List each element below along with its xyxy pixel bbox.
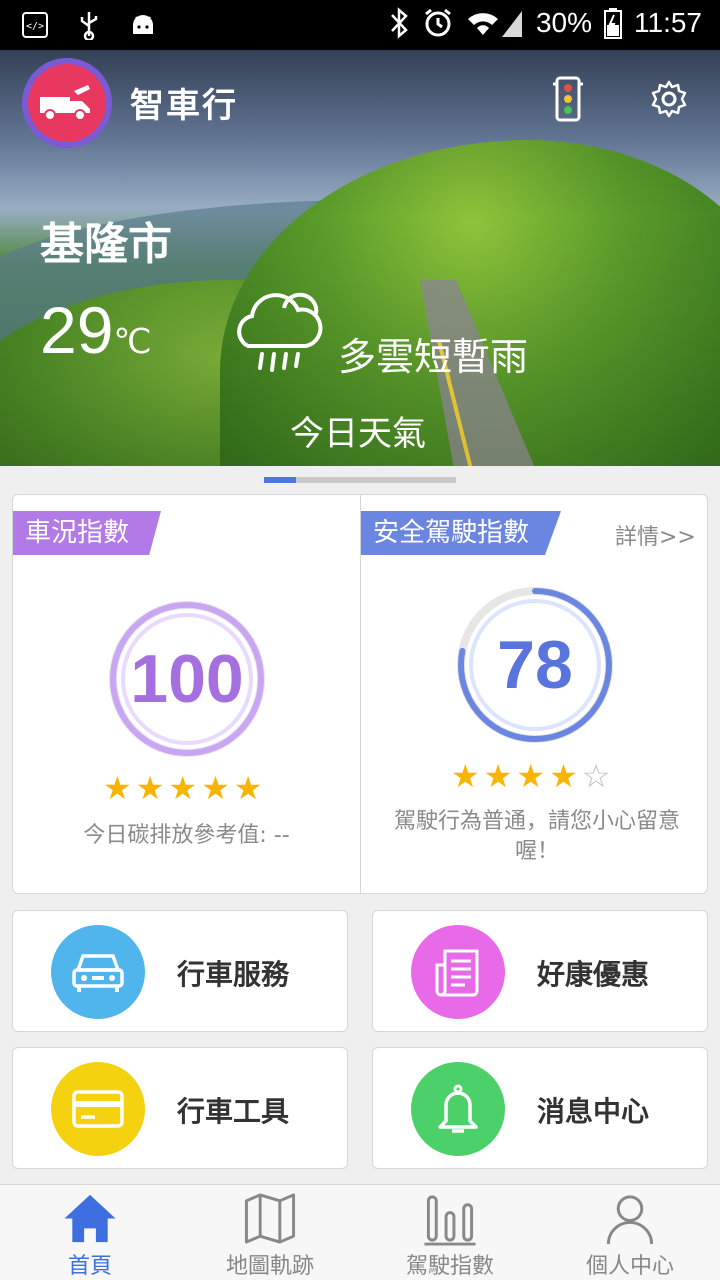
clock: 11:57 (634, 7, 702, 38)
city-name: 基隆市 (40, 219, 172, 270)
app-logo (22, 58, 112, 148)
nav-label: 首頁 (67, 1254, 112, 1279)
nav-home[interactable]: 首頁 (0, 1185, 180, 1280)
card-icon (51, 1062, 145, 1156)
star-filled-icon: ★ (516, 757, 546, 795)
weather-banner[interactable]: 智車行 基隆市 29℃ 多雲短暫雨 今日天氣 (0, 50, 720, 466)
home-icon (64, 1194, 116, 1243)
temperature: 29℃ (40, 292, 152, 368)
svg-text:</>: </> (26, 21, 44, 32)
weather-description: 多雲短暫雨 (338, 335, 529, 379)
temperature-value: 29 (40, 293, 114, 367)
star-filled-icon: ★ (135, 769, 165, 807)
nav-label: 駕駛指數 (405, 1254, 494, 1279)
star-filled-icon: ★ (201, 769, 230, 807)
banner-pager (264, 477, 456, 483)
rain-cloud-icon (237, 292, 323, 372)
star-filled-icon: ★ (483, 757, 513, 795)
car-icon (51, 925, 145, 1019)
safety-index-note: 駕駛行為普通，請您小心留意喔！ (393, 809, 680, 864)
map-icon (244, 1193, 296, 1244)
tile-label: 行車服務 (177, 958, 290, 991)
app-title: 智車行 (130, 86, 238, 126)
status-bar: </> 30% 11:57 (0, 0, 720, 50)
today-weather-label: 今日天氣 (290, 414, 426, 454)
temperature-unit: ℃ (113, 323, 152, 361)
gear-icon[interactable] (650, 80, 688, 118)
traffic-light-icon[interactable] (551, 76, 585, 122)
tile-label: 行車工具 (177, 1095, 290, 1128)
car-index-note: 今日碳排放參考值: -- (83, 823, 290, 848)
details-link[interactable]: 詳情>> (615, 519, 696, 551)
nav-profile[interactable]: 個人中心 (540, 1185, 720, 1280)
safety-index-ribbon: 安全駕駛指數 (361, 511, 561, 555)
tile-label: 好康優惠 (537, 958, 650, 991)
newspaper-icon (411, 925, 505, 1019)
safety-index-stars: ★ ★ ★ ★ ☆ (451, 757, 610, 795)
star-filled-icon: ★ (103, 769, 132, 807)
nav-map[interactable]: 地圖軌跡 (180, 1185, 360, 1280)
pager-active-dot (264, 477, 296, 483)
nav-label: 個人中心 (585, 1254, 674, 1279)
tile-message-center[interactable]: 消息中心 (372, 1047, 708, 1169)
star-filled-icon: ★ (168, 769, 198, 807)
battery-icon (604, 8, 622, 39)
tow-truck-icon (40, 85, 90, 121)
tile-deals[interactable]: 好康優惠 (372, 910, 708, 1032)
star-filled-icon: ★ (549, 757, 578, 795)
car-index-ribbon: 車況指數 (13, 511, 161, 555)
tile-driving-tools[interactable]: 行車工具 (12, 1047, 348, 1169)
person-icon (606, 1195, 654, 1245)
bluetooth-icon (391, 7, 408, 39)
car-index-score: 100 (130, 641, 244, 717)
usb-icon (80, 12, 98, 40)
safety-index-score: 78 (497, 627, 573, 703)
tile-driving-service[interactable]: 行車服務 (12, 910, 348, 1032)
car-index-stars: ★ ★ ★ ★ ★ (103, 769, 262, 807)
nav-label: 地圖軌跡 (225, 1254, 314, 1279)
android-icon (133, 15, 153, 34)
star-filled-icon: ★ (451, 757, 480, 795)
bell-icon (411, 1062, 505, 1156)
tile-label: 消息中心 (537, 1095, 650, 1128)
index-card: 車況指數 100 ★ ★ ★ ★ ★ 今日碳排放參考值: -- 安全駕駛指數 詳情>> … (12, 494, 708, 894)
bar-chart-icon (424, 1195, 476, 1246)
nav-driving-index[interactable]: 駕駛指數 (360, 1185, 540, 1280)
signal-icon (467, 11, 522, 37)
star-filled-icon: ★ (233, 769, 263, 807)
code-icon: </> (22, 12, 48, 38)
star-empty-icon: ☆ (581, 757, 611, 795)
bottom-nav: 首頁 地圖軌跡 駕駛指數 個人中心 (0, 1184, 720, 1280)
battery-percent: 30% (535, 7, 592, 38)
alarm-icon (425, 8, 451, 37)
